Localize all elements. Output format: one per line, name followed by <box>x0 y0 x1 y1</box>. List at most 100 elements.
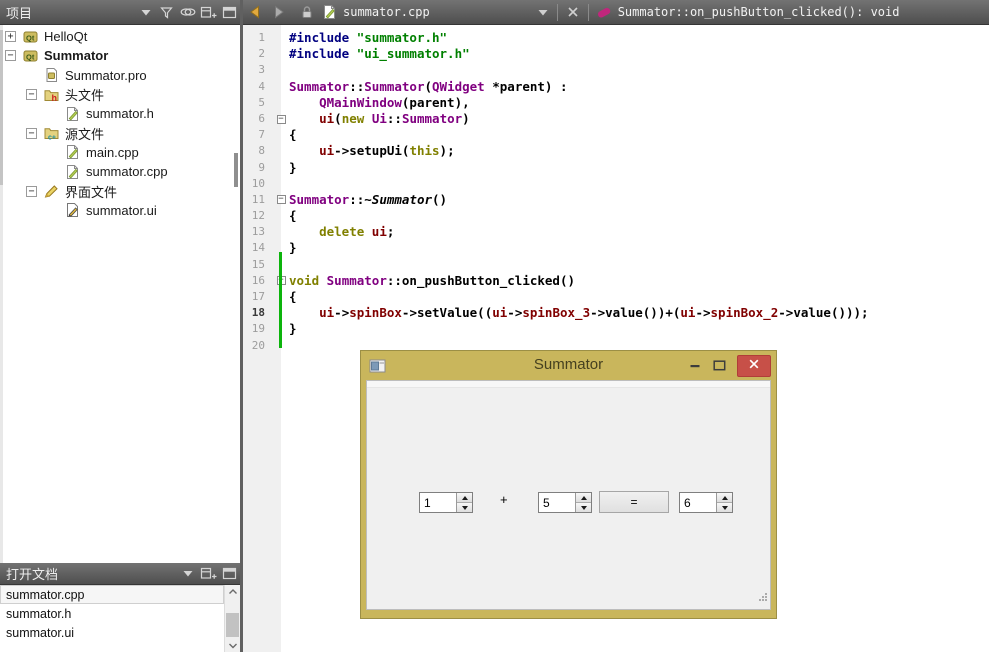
back-icon[interactable] <box>243 4 267 20</box>
tree-item-Summator[interactable]: − Qt Summator <box>3 46 232 65</box>
tree-item-summator.cpp[interactable]: summator.cpp <box>3 162 232 181</box>
fold-marker-icon[interactable]: − <box>276 195 286 205</box>
code-line-7[interactable]: 7{ <box>243 127 989 143</box>
line-number: 3 <box>258 63 265 77</box>
maximize-icon[interactable] <box>707 360 731 371</box>
spinbox-b[interactable]: 5 <box>538 492 592 513</box>
code-line-19[interactable]: 19} <box>243 321 989 337</box>
close-file-icon[interactable] <box>563 5 583 19</box>
source-folder-icon: c+ <box>44 126 59 142</box>
fold-column <box>273 79 289 95</box>
code-text: } <box>289 240 297 256</box>
line-number: 5 <box>258 95 265 109</box>
minimize-icon[interactable] <box>683 364 707 368</box>
code-line-3[interactable]: 3 <box>243 62 989 78</box>
tree-scrollbar-thumb[interactable] <box>234 153 238 187</box>
spinbox-result-up-button[interactable] <box>717 493 732 502</box>
tree-item-summator.ui[interactable]: summator.ui <box>3 201 232 220</box>
current-symbol[interactable]: Summator::on_pushButton_clicked(): void <box>618 5 900 19</box>
tree-item-头文件[interactable]: − h 头文件 <box>3 85 232 104</box>
spinbox-a[interactable]: 1 <box>419 492 473 513</box>
collapse-icon[interactable]: − <box>26 89 37 101</box>
summator-app-window[interactable]: Summator 1 + 5 = 6 <box>360 350 777 619</box>
fold-column <box>273 143 289 159</box>
open-file-name[interactable]: summator.cpp <box>343 5 430 19</box>
scroll-down-icon[interactable] <box>225 639 240 652</box>
spinbox-a-up-button[interactable] <box>457 493 472 502</box>
open-documents-scrollbar[interactable] <box>224 585 240 652</box>
chevron-down-icon[interactable] <box>177 561 198 586</box>
code-line-17[interactable]: 17 { <box>243 289 989 305</box>
spinbox-result-value[interactable]: 6 <box>680 493 716 512</box>
chevron-down-icon[interactable] <box>135 0 156 25</box>
spinbox-b-down-button[interactable] <box>576 502 591 512</box>
code-line-5[interactable]: 5 QMainWindow(parent), <box>243 95 989 111</box>
file-dropdown-icon[interactable] <box>534 8 552 17</box>
split-panel-icon[interactable] <box>198 0 219 25</box>
collapse-icon[interactable]: − <box>26 185 37 197</box>
code-line-16[interactable]: 16−void Summator::on_pushButton_clicked(… <box>243 273 989 289</box>
spinbox-a-down-button[interactable] <box>457 502 472 512</box>
open-documents-title: 打开文档 <box>6 567 59 582</box>
tree-item-main.cpp[interactable]: main.cpp <box>3 143 232 162</box>
close-x-icon <box>748 357 760 375</box>
expand-icon[interactable]: + <box>5 31 16 43</box>
code-line-4[interactable]: 4 Summator::Summator(QWidget *parent) : <box>243 79 989 95</box>
line-number: 9 <box>258 160 265 174</box>
tree-item-Summator.pro[interactable]: Summator.pro <box>3 66 232 85</box>
line-number: 17 <box>251 290 265 303</box>
open-document-summator.h[interactable]: summator.h <box>0 604 224 623</box>
code-line-14[interactable]: 14} <box>243 240 989 256</box>
open-documents-panel: 打开文档 summator.cpp summator.h summator.ui <box>0 563 240 652</box>
close-button[interactable] <box>737 354 771 377</box>
svg-text:c+: c+ <box>48 135 56 141</box>
code-line-15[interactable]: 15 <box>243 257 989 273</box>
code-line-18[interactable]: 18 ui->spinBox->setValue((ui->spinBox_3-… <box>243 305 989 321</box>
code-line-2[interactable]: 2 #include "ui_summator.h" <box>243 46 989 62</box>
spinbox-a-value[interactable]: 1 <box>420 493 456 512</box>
code-text: } <box>289 159 297 175</box>
tree-item-label: HelloQt <box>44 29 88 45</box>
open-documents-list: summator.cpp summator.h summator.ui <box>0 585 240 652</box>
spinbox-b-value[interactable]: 5 <box>539 493 575 512</box>
spinbox-b-up-button[interactable] <box>576 493 591 502</box>
line-number: 18 <box>251 306 265 320</box>
code-line-10[interactable]: 10 <box>243 176 989 192</box>
code-line-6[interactable]: 6 − ui(new Ui::Summator) <box>243 111 989 127</box>
resize-grip-icon[interactable] <box>757 589 768 607</box>
code-line-12[interactable]: 12 { <box>243 208 989 224</box>
forward-icon[interactable] <box>267 4 291 20</box>
close-panel-icon[interactable] <box>219 0 240 25</box>
lock-icon[interactable] <box>295 4 319 20</box>
open-document-summator.cpp[interactable]: summator.cpp <box>0 585 224 604</box>
filter-icon[interactable] <box>156 0 177 25</box>
equals-button[interactable]: = <box>599 491 669 513</box>
tree-item-界面文件[interactable]: − 界面文件 <box>3 181 232 200</box>
scrollbar-thumb[interactable] <box>226 613 239 637</box>
code-line-8[interactable]: 8 ui->setupUi(this); <box>243 143 989 159</box>
split-panel-icon[interactable] <box>198 561 219 586</box>
tree-item-HelloQt[interactable]: + Qt HelloQt <box>3 27 232 46</box>
open-document-summator.ui[interactable]: summator.ui <box>0 623 224 642</box>
header-folder-icon: h <box>44 88 59 103</box>
code-line-9[interactable]: 9} <box>243 160 989 176</box>
spinbox-result-down-button[interactable] <box>717 502 732 512</box>
app-titlebar[interactable]: Summator <box>361 351 776 380</box>
app-content: 1 + 5 = 6 <box>366 380 771 610</box>
fold-column <box>273 176 289 192</box>
code-line-11[interactable]: 11 − Summator::~Summator() <box>243 192 989 208</box>
sync-with-editor-icon[interactable] <box>177 0 198 25</box>
code-line-13[interactable]: 13 delete ui; <box>243 224 989 240</box>
collapse-icon[interactable]: − <box>5 50 16 62</box>
tree-item-label: main.cpp <box>86 144 139 160</box>
spinbox-result[interactable]: 6 <box>679 492 733 513</box>
collapse-icon[interactable]: − <box>26 127 37 139</box>
tree-item-源文件[interactable]: − c+ 源文件 <box>3 123 232 142</box>
line-number: 13 <box>251 225 265 239</box>
close-panel-icon[interactable] <box>219 561 240 586</box>
line-number: 1 <box>258 31 265 44</box>
scroll-up-icon[interactable] <box>225 585 240 598</box>
fold-marker-icon[interactable]: − <box>276 114 286 124</box>
code-line-1[interactable]: 1 #include "summator.h" <box>243 30 989 46</box>
tree-item-summator.h[interactable]: summator.h <box>3 104 232 123</box>
